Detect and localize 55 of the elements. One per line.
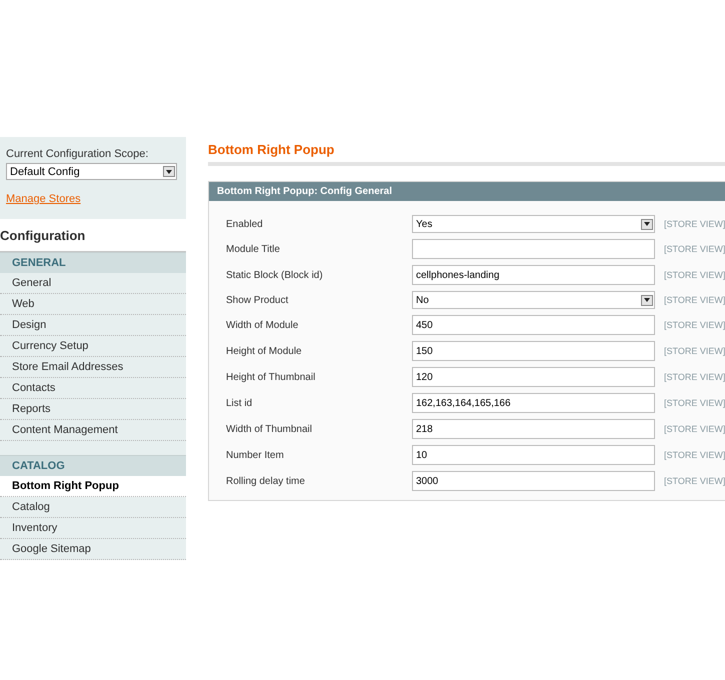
scope-note: [STORE VIEW]	[664, 346, 725, 356]
field-label: Enabled	[226, 218, 264, 230]
sidebar-item[interactable]: Catalog	[0, 497, 186, 518]
sidebar-item[interactable]: Design	[0, 315, 186, 336]
scope-note: [STORE VIEW]	[664, 372, 725, 382]
input-field[interactable]: 162,163,164,165,166	[412, 393, 655, 413]
scope-note: [STORE VIEW]	[664, 424, 725, 434]
field-label: Rolling delay time	[226, 476, 306, 486]
scope-label: Current Configuration Scope:	[6, 148, 150, 160]
scope-note: [STORE VIEW]	[664, 320, 725, 330]
dropdown-arrow-icon	[644, 222, 650, 226]
field-label: Height of Thumbnail	[226, 372, 316, 382]
scope-note: [STORE VIEW]	[664, 244, 725, 254]
sidebar-item[interactable]: Bottom Right Popup	[0, 476, 186, 497]
group-header[interactable]: GENERAL	[0, 252, 186, 273]
field-label: Number Item	[226, 450, 285, 460]
field-label: Module Title	[226, 244, 281, 254]
dropdown-arrow-icon	[644, 298, 650, 302]
field-label: Width of Thumbnail	[226, 424, 313, 434]
sidebar-item[interactable]: Store Email Addresses	[0, 357, 186, 378]
group-header[interactable]: CATALOG	[0, 455, 186, 476]
select-field[interactable]: No	[412, 291, 655, 309]
input-field[interactable]: 150	[412, 341, 655, 361]
section-header[interactable]: Bottom Right Popup: Config General	[209, 182, 725, 201]
scope-note: [STORE VIEW]	[664, 295, 725, 305]
scope-note: [STORE VIEW]	[664, 219, 725, 229]
scope-note: [STORE VIEW]	[664, 476, 725, 486]
scope-note: [STORE VIEW]	[664, 450, 725, 460]
sidebar-item[interactable]: Contacts	[0, 378, 186, 399]
input-field[interactable]: cellphones-landing	[412, 265, 655, 285]
sidebar-title: Configuration	[0, 219, 186, 252]
input-field[interactable]: 218	[412, 419, 655, 439]
input-field[interactable]: 3000	[412, 471, 655, 491]
sidebar-item[interactable]: Web	[0, 294, 186, 315]
dropdown-arrow-icon	[166, 170, 172, 174]
input-field[interactable]	[412, 239, 655, 259]
sidebar-item[interactable]: Reports	[0, 399, 186, 420]
scope-select[interactable]: Default Config	[6, 163, 177, 180]
sidebar-item[interactable]: Content Management	[0, 420, 186, 441]
field-label: Show Product	[226, 294, 290, 306]
input-field[interactable]: 10	[412, 445, 655, 465]
scope-note: [STORE VIEW]	[664, 270, 725, 280]
field-label: Height of Module	[226, 346, 303, 356]
select-field[interactable]: Yes	[412, 215, 655, 233]
field-label: Width of Module	[226, 320, 300, 330]
page-title: Bottom Right Popup	[208, 142, 725, 166]
input-field[interactable]: 450	[412, 315, 655, 335]
sidebar-item[interactable]: General	[0, 273, 186, 294]
field-label: List id	[226, 398, 254, 408]
field-label: Static Block (Block id)	[226, 270, 324, 280]
sidebar-item[interactable]: Google Sitemap	[0, 539, 186, 560]
sidebar-item[interactable]: Currency Setup	[0, 336, 186, 357]
sidebar-item[interactable]: Inventory	[0, 518, 186, 539]
input-field[interactable]: 120	[412, 367, 655, 387]
scope-note: [STORE VIEW]	[664, 398, 725, 408]
